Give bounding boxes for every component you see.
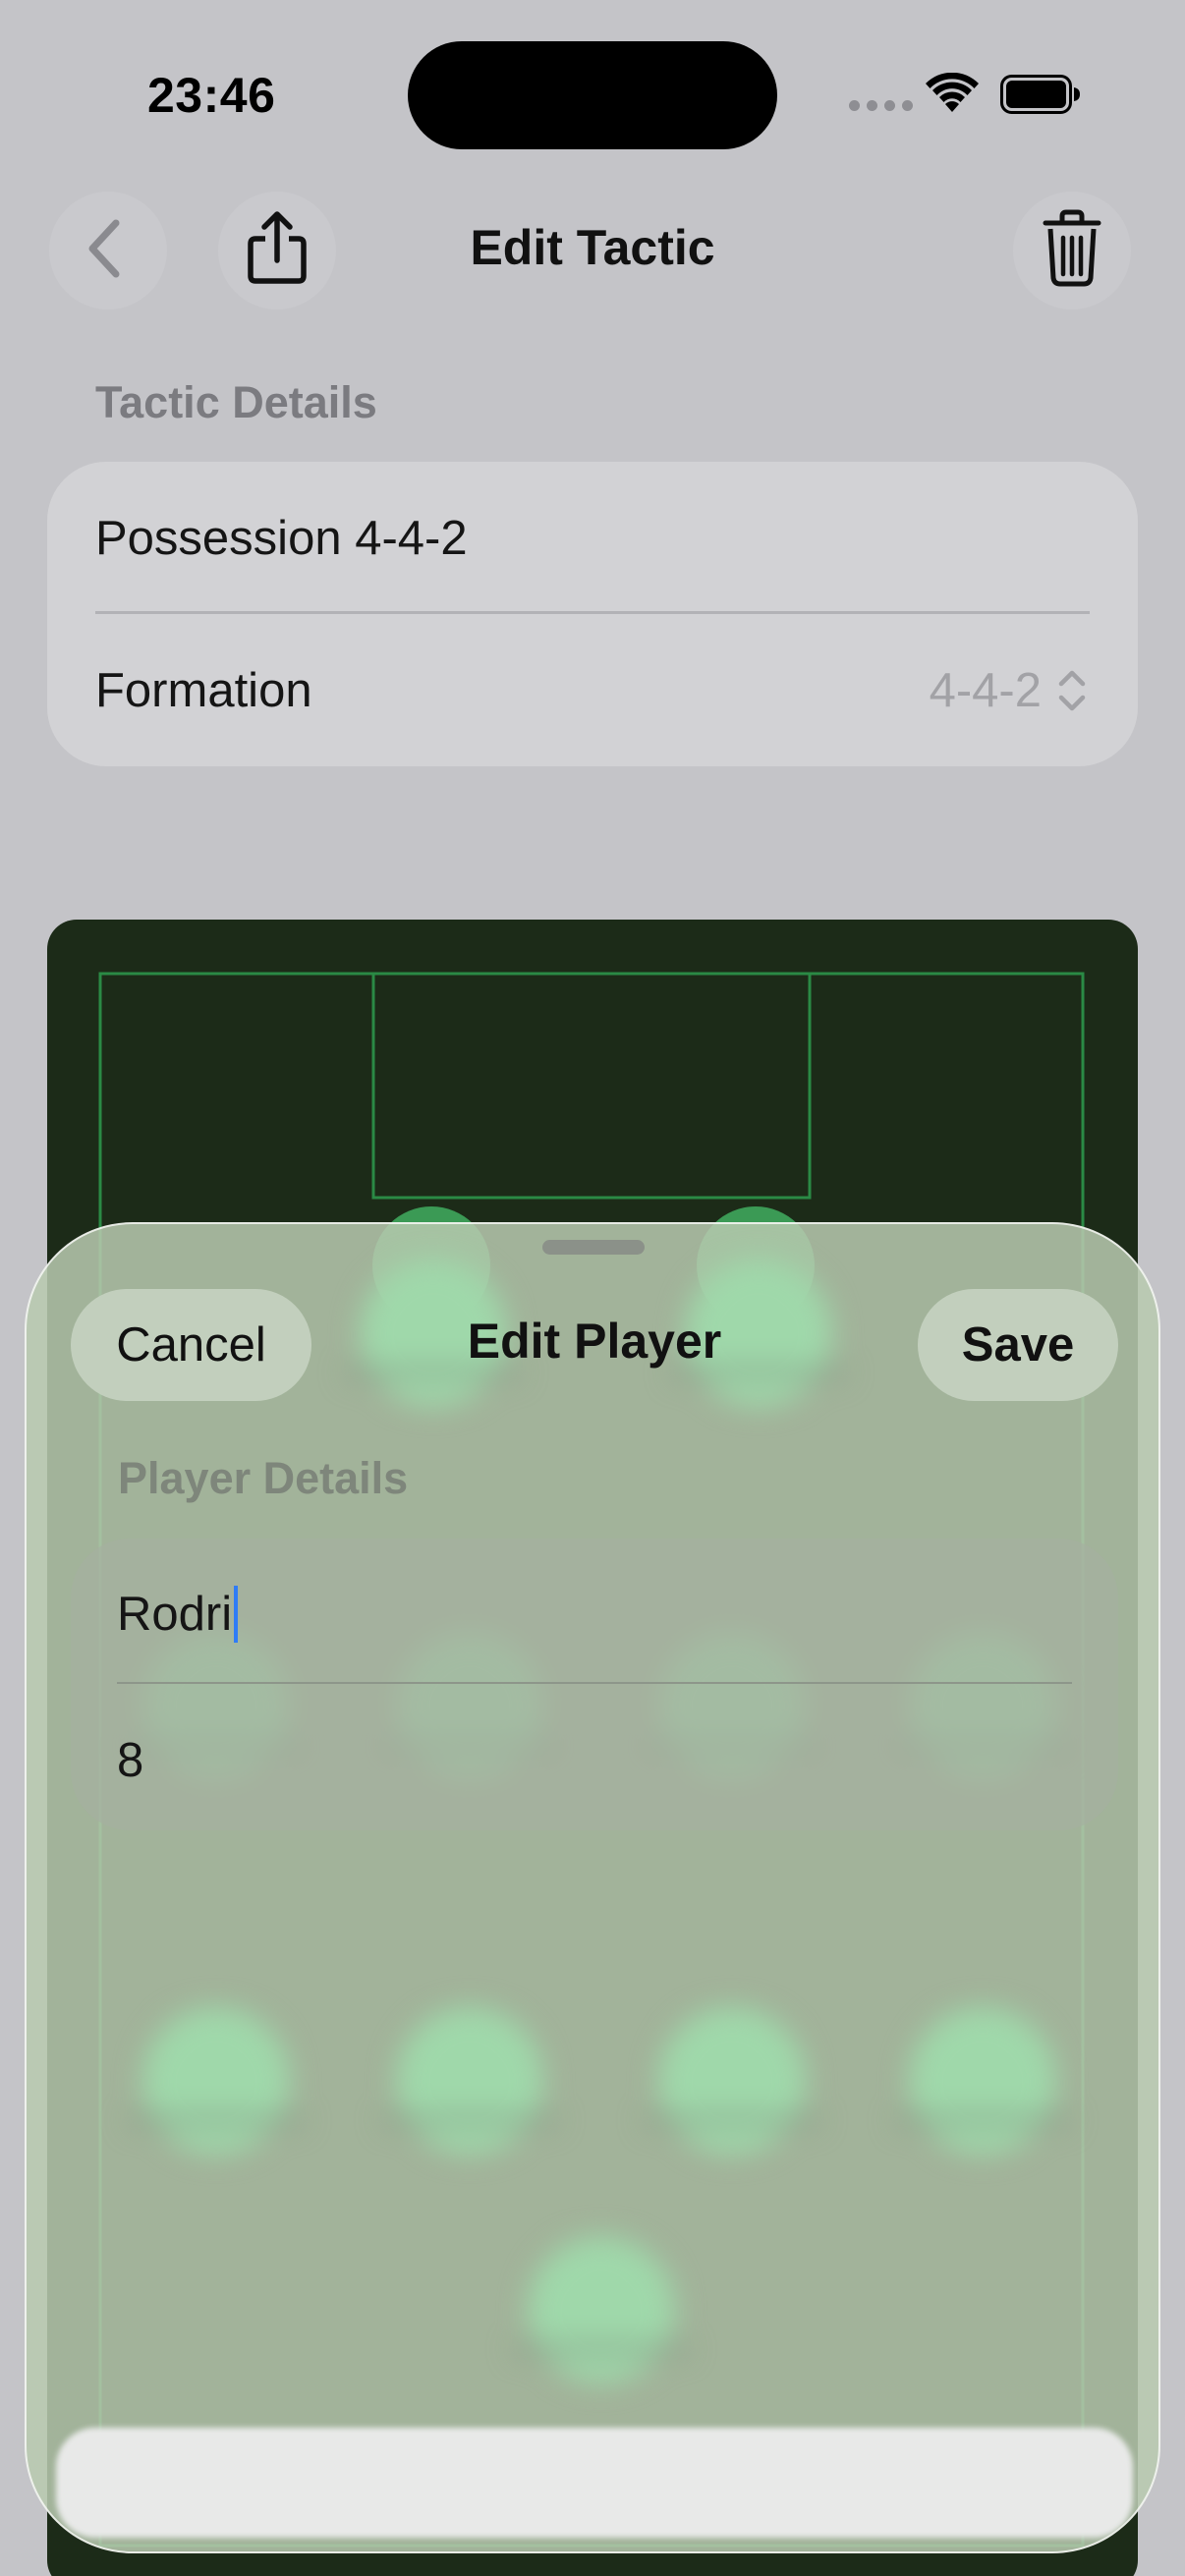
player-name-field[interactable]: Rodri — [117, 1586, 239, 1643]
tactic-details-group: Possession 4-4-2 Formation 4-4-2 — [47, 462, 1138, 766]
edit-tactic-screen: 23:46 Edit Tactic Tactic Details Possess… — [0, 0, 1185, 2576]
status-time: 23:46 — [147, 68, 276, 123]
wifi-icon — [926, 73, 979, 112]
text-cursor — [234, 1586, 239, 1643]
tactic-name-field[interactable]: Possession 4-4-2 — [95, 511, 468, 566]
divider — [95, 611, 1090, 614]
formation-picker[interactable]: 4-4-2 — [930, 663, 1042, 718]
save-button[interactable]: Save — [918, 1289, 1118, 1401]
trash-icon — [1043, 209, 1101, 287]
divider — [117, 1682, 1072, 1684]
blurred-player-markers — [27, 1224, 1158, 2551]
player-name-value: Rodri — [117, 1588, 233, 1641]
chevron-up-down-icon[interactable] — [1055, 666, 1089, 715]
edit-player-sheet: Cancel Edit Player Save Player Details R… — [25, 1222, 1160, 2553]
formation-label: Formation — [95, 664, 312, 717]
player-details-group: Rodri 8 — [71, 1539, 1118, 1830]
dynamic-island — [408, 41, 777, 149]
signal-dots-icon — [849, 100, 913, 111]
page-title: Edit Tactic — [470, 220, 715, 275]
battery-icon — [1000, 75, 1080, 114]
keyboard-edge — [56, 2428, 1133, 2538]
player-details-header: Player Details — [118, 1453, 409, 1503]
player-number-field[interactable]: 8 — [117, 1733, 143, 1788]
delete-tactic-button[interactable] — [1013, 192, 1131, 309]
sheet-grabber[interactable] — [542, 1240, 645, 1255]
tactic-details-header: Tactic Details — [95, 377, 377, 427]
